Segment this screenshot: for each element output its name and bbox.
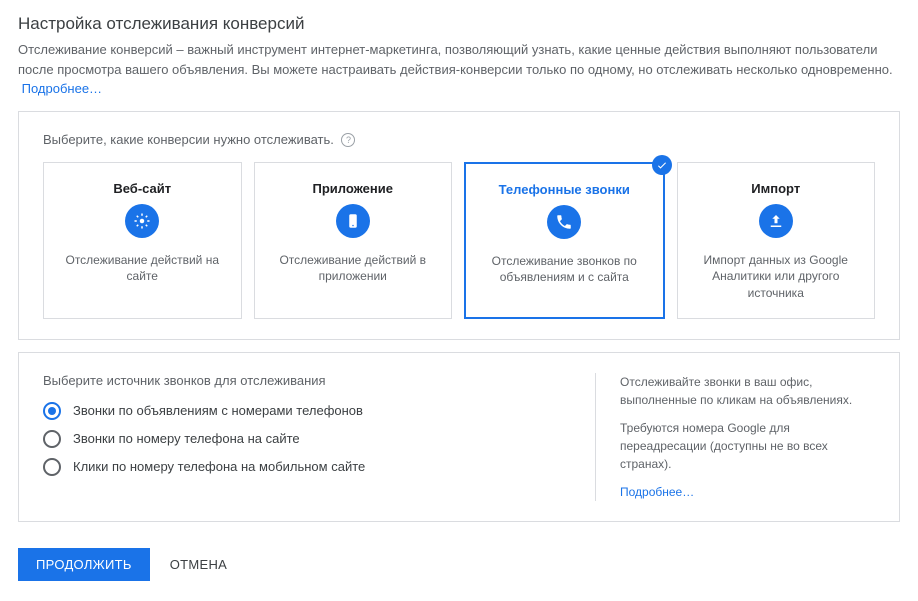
card-desc: Импорт данных из Google Аналитики или др…: [686, 252, 867, 302]
help-text-2: Требуются номера Google для переадресаци…: [620, 419, 875, 473]
card-desc: Отслеживание звонков по объявлениям и с …: [474, 253, 655, 287]
cards-row: Веб-сайт Отслеживание действий на сайте …: [43, 162, 875, 319]
learn-more-link[interactable]: Подробнее…: [22, 81, 102, 96]
card-app[interactable]: Приложение Отслеживание действий в прило…: [254, 162, 453, 319]
radio-calls-from-ads[interactable]: Звонки по объявлениям с номерами телефон…: [43, 402, 565, 420]
phone-icon: [547, 205, 581, 239]
cursor-icon: [125, 204, 159, 238]
radio-clicks-mobile[interactable]: Клики по номеру телефона на мобильном са…: [43, 458, 565, 476]
section2-label: Выберите источник звонков для отслеживан…: [43, 373, 565, 388]
cancel-button[interactable]: ОТМЕНА: [166, 548, 231, 581]
card-title: Веб-сайт: [113, 181, 171, 196]
radio-icon: [43, 402, 61, 420]
card-title: Телефонные звонки: [499, 182, 630, 197]
check-icon: [652, 155, 672, 175]
page-description: Отслеживание конверсий – важный инструме…: [18, 40, 900, 99]
page-title: Настройка отслеживания конверсий: [18, 14, 900, 34]
conversion-type-card: Выберите, какие конверсии нужно отслежив…: [18, 111, 900, 340]
radio-icon: [43, 430, 61, 448]
section-label-text: Выберите, какие конверсии нужно отслежив…: [43, 132, 334, 147]
help-text-1: Отслеживайте звонки в ваш офис, выполнен…: [620, 373, 875, 409]
help-panel: Отслеживайте звонки в ваш офис, выполнен…: [595, 373, 875, 501]
radio-label: Клики по номеру телефона на мобильном са…: [73, 459, 365, 474]
radio-label: Звонки по объявлениям с номерами телефон…: [73, 403, 363, 418]
card-desc: Отслеживание действий на сайте: [52, 252, 233, 286]
radio-icon: [43, 458, 61, 476]
footer-buttons: ПРОДОЛЖИТЬ ОТМЕНА: [0, 534, 918, 601]
card-title: Приложение: [313, 181, 393, 196]
section-label: Выберите, какие конверсии нужно отслежив…: [43, 132, 875, 148]
help-icon[interactable]: ?: [341, 133, 355, 147]
page-description-text: Отслеживание конверсий – важный инструме…: [18, 42, 893, 77]
radio-calls-from-site[interactable]: Звонки по номеру телефона на сайте: [43, 430, 565, 448]
radio-label: Звонки по номеру телефона на сайте: [73, 431, 300, 446]
card-title: Импорт: [751, 181, 800, 196]
help-learn-more-link[interactable]: Подробнее…: [620, 485, 694, 499]
card-website[interactable]: Веб-сайт Отслеживание действий на сайте: [43, 162, 242, 319]
call-source-card: Выберите источник звонков для отслеживан…: [18, 352, 900, 522]
app-icon: [336, 204, 370, 238]
card-calls[interactable]: Телефонные звонки Отслеживание звонков п…: [464, 162, 665, 319]
card-desc: Отслеживание действий в приложении: [263, 252, 444, 286]
card-import[interactable]: Импорт Импорт данных из Google Аналитики…: [677, 162, 876, 319]
continue-button[interactable]: ПРОДОЛЖИТЬ: [18, 548, 150, 581]
upload-icon: [759, 204, 793, 238]
